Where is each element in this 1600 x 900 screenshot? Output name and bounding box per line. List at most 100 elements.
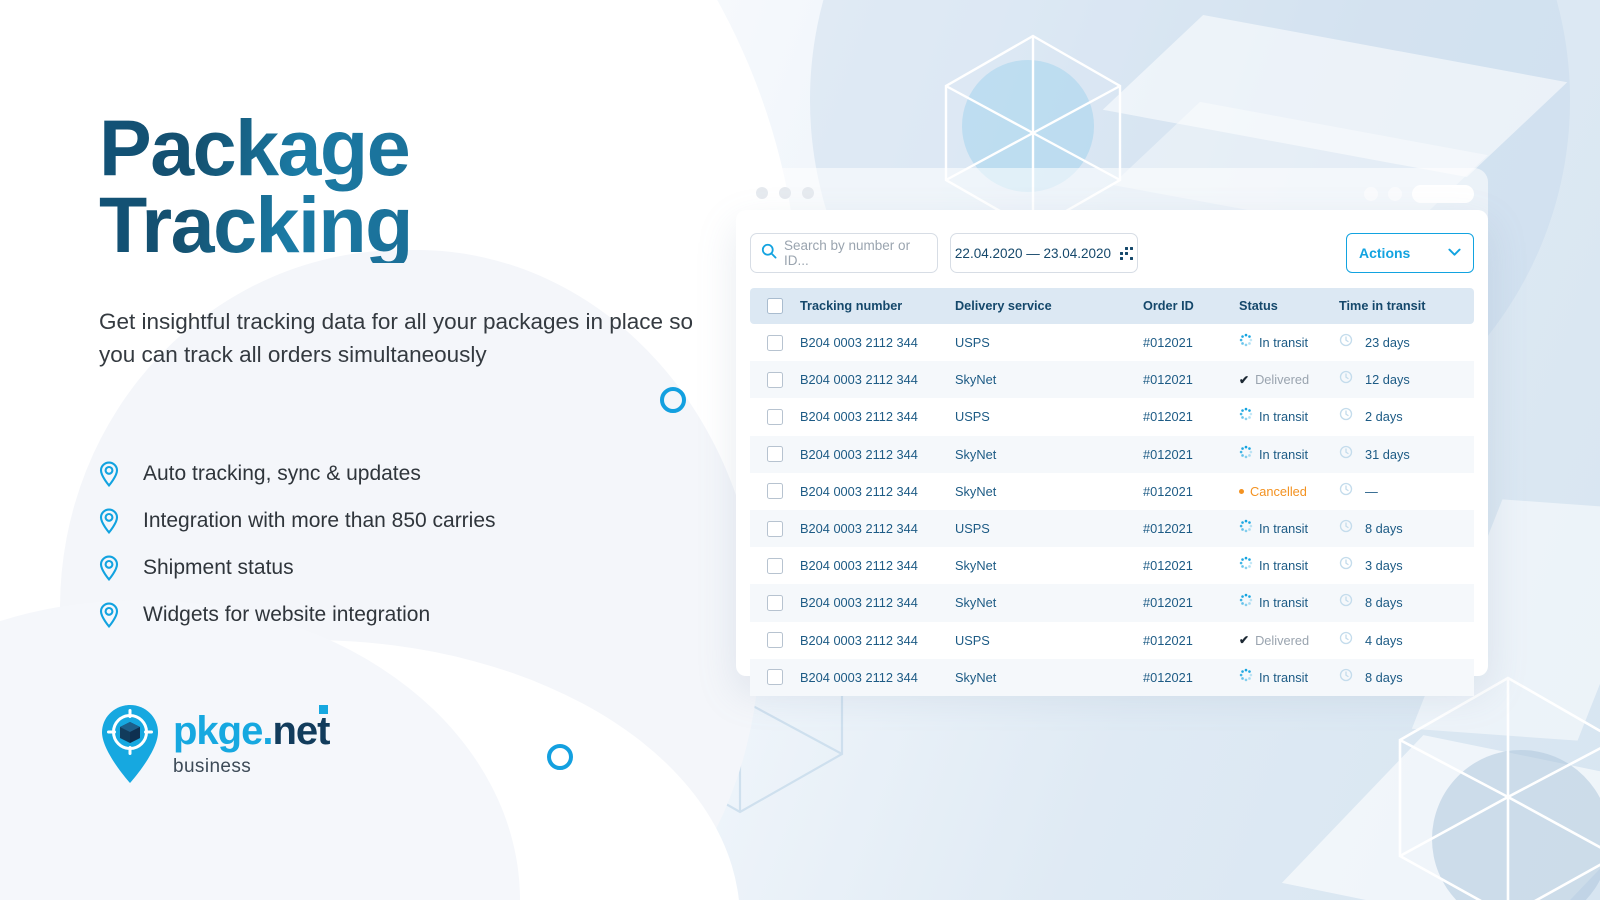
cell-tracking-number[interactable]: B204 0003 2112 344 [800, 521, 955, 536]
cell-time-in-transit: — [1339, 482, 1474, 501]
row-select-cell [750, 669, 800, 686]
cell-order-id[interactable]: #012021 [1143, 484, 1239, 499]
column-header-time-in-transit[interactable]: Time in transit [1339, 299, 1474, 313]
window-close-dot-icon[interactable] [756, 187, 768, 199]
grid-dots-icon [1120, 246, 1134, 260]
cell-tracking-number[interactable]: B204 0003 2112 344 [800, 558, 955, 573]
cell-time-in-transit: 8 days [1339, 668, 1474, 687]
time-in-transit-value: 23 days [1365, 335, 1410, 351]
table-row[interactable]: B204 0003 2112 344 SkyNet #012021 In transi… [750, 435, 1474, 473]
column-header-status[interactable]: Status [1239, 299, 1339, 313]
table-row[interactable]: B204 0003 2112 344 SkyNet #012021 In transi… [750, 658, 1474, 696]
cell-order-id[interactable]: #012021 [1143, 595, 1239, 610]
cell-order-id[interactable]: #012021 [1143, 409, 1239, 424]
clock-icon [1339, 556, 1353, 575]
status-badge: In transit [1239, 445, 1339, 464]
status-label: In transit [1259, 595, 1309, 611]
time-in-transit-value: 31 days [1365, 446, 1410, 462]
table-row[interactable]: B204 0003 2112 344 USPS #012021 In transit 2… [750, 324, 1474, 361]
status-label: Delivered [1255, 372, 1310, 388]
cell-order-id[interactable]: #012021 [1143, 372, 1239, 387]
window-control-dot-a-icon[interactable] [1364, 187, 1378, 201]
cell-delivery-service: SkyNet [955, 372, 997, 388]
table-row[interactable]: B204 0003 2112 344 USPS #012021 In transit 8… [750, 509, 1474, 548]
feature-list: Auto tracking, sync & updates Integratio… [99, 450, 496, 638]
window-control-pill-icon[interactable] [1412, 185, 1474, 203]
search-input[interactable]: Search by number or ID... [750, 233, 938, 273]
cell-tracking-number[interactable]: B204 0003 2112 344 [800, 335, 955, 350]
row-checkbox[interactable] [767, 483, 783, 500]
feature-item-shipment-status: Shipment status [99, 544, 496, 591]
feature-item-integration: Integration with more than 850 carries [99, 497, 496, 544]
table-row[interactable]: B204 0003 2112 344 USPS #012021 ✔ Delivered 4… [750, 622, 1474, 659]
decorative-ring-icon-2 [547, 744, 573, 770]
spinner-icon [1239, 445, 1253, 464]
cell-tracking-number[interactable]: B204 0003 2112 344 [800, 484, 955, 499]
table-row[interactable]: B204 0003 2112 344 USPS #012021 In transit 2… [750, 398, 1474, 435]
row-checkbox[interactable] [767, 520, 783, 537]
row-checkbox[interactable] [767, 669, 783, 686]
row-checkbox[interactable] [767, 334, 783, 351]
toolbar: Search by number or ID... 22.04.2020 — 2… [750, 232, 1474, 274]
brand-name: pkge.net [173, 705, 330, 753]
column-header-delivery-service[interactable]: Delivery service [955, 299, 1143, 313]
status-badge: In transit [1239, 407, 1339, 426]
column-header-order-id[interactable]: Order ID [1143, 299, 1239, 313]
row-checkbox[interactable] [767, 632, 783, 649]
status-label: In transit [1259, 521, 1309, 537]
brand-name-suffix: net [272, 709, 330, 753]
window-maximize-dot-icon[interactable] [802, 187, 814, 199]
feature-item-label: Auto tracking, sync & updates [143, 461, 421, 485]
spinner-icon [1239, 333, 1253, 352]
row-checkbox[interactable] [767, 371, 783, 388]
row-checkbox[interactable] [767, 408, 783, 425]
cell-delivery-service: USPS [955, 409, 990, 425]
cell-order-id[interactable]: #012021 [1143, 521, 1239, 536]
spinner-icon [1239, 556, 1253, 575]
feature-item-widgets: Widgets for website integration [99, 591, 496, 638]
window-minimize-dot-icon[interactable] [779, 187, 791, 199]
cell-tracking-number[interactable]: B204 0003 2112 344 [800, 409, 955, 424]
select-all-checkbox[interactable] [767, 298, 783, 314]
window-control-dot-b-icon[interactable] [1388, 187, 1402, 201]
table-row[interactable]: B204 0003 2112 344 SkyNet #012021 In transi… [750, 547, 1474, 584]
cell-time-in-transit: 12 days [1339, 370, 1474, 389]
status-label: In transit [1259, 446, 1309, 462]
cell-tracking-number[interactable]: B204 0003 2112 344 [800, 372, 955, 387]
cell-order-id[interactable]: #012021 [1143, 633, 1239, 648]
status-dot-icon [1239, 488, 1244, 494]
row-checkbox[interactable] [767, 557, 783, 574]
cell-delivery-service: SkyNet [955, 483, 997, 499]
cell-delivery-service: SkyNet [955, 669, 997, 685]
actions-dropdown[interactable]: Actions [1346, 233, 1474, 273]
date-range-picker[interactable]: 22.04.2020 — 23.04.2020 [950, 233, 1138, 273]
app-window: Search by number or ID... 22.04.2020 — 2… [736, 168, 1488, 712]
cell-delivery-service: SkyNet [955, 558, 997, 574]
cell-order-id[interactable]: #012021 [1143, 447, 1239, 462]
brand-tagline: business [173, 756, 252, 777]
time-in-transit-value: 12 days [1365, 372, 1410, 388]
cell-tracking-number[interactable]: B204 0003 2112 344 [800, 595, 955, 610]
tracking-table: Tracking number Delivery service Order I… [750, 288, 1474, 696]
cell-order-id[interactable]: #012021 [1143, 558, 1239, 573]
cell-tracking-number[interactable]: B204 0003 2112 344 [800, 447, 955, 462]
time-in-transit-value: — [1365, 483, 1378, 499]
decorative-ring-icon-1 [660, 387, 686, 413]
table-row[interactable]: B204 0003 2112 344 SkyNet #012021 ✔ Delivere… [750, 361, 1474, 399]
cell-order-id[interactable]: #012021 [1143, 670, 1239, 685]
app-window-body: Search by number or ID... 22.04.2020 — 2… [736, 210, 1488, 696]
cell-order-id[interactable]: #012021 [1143, 335, 1239, 350]
column-header-tracking-number[interactable]: Tracking number [800, 299, 955, 313]
cell-tracking-number[interactable]: B204 0003 2112 344 [800, 633, 955, 648]
status-label: In transit [1259, 409, 1309, 425]
row-checkbox[interactable] [767, 446, 783, 463]
row-checkbox[interactable] [767, 594, 783, 611]
date-range-value: 22.04.2020 — 23.04.2020 [954, 245, 1112, 261]
table-row[interactable]: B204 0003 2112 344 SkyNet #012021 In transi… [750, 584, 1474, 622]
cell-tracking-number[interactable]: B204 0003 2112 344 [800, 670, 955, 685]
page-title-line-1: Package [99, 103, 410, 192]
status-badge: In transit [1239, 333, 1339, 352]
table-row[interactable]: B204 0003 2112 344 SkyNet #012021 Cancelled… [750, 473, 1474, 510]
cell-time-in-transit: 3 days [1339, 556, 1474, 575]
clock-icon [1339, 519, 1353, 538]
